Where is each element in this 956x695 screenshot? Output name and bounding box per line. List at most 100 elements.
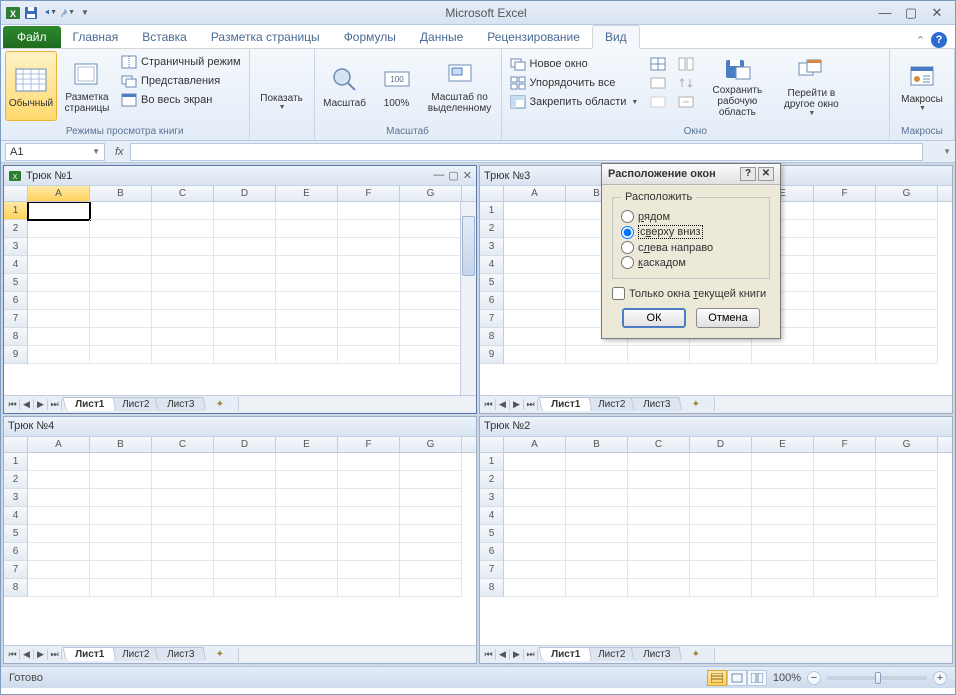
wb-close-icon[interactable]: ✕ — [463, 169, 472, 182]
tab-home[interactable]: Главная — [61, 26, 131, 48]
normal-view-toggle[interactable] — [707, 670, 727, 686]
workbook-titlebar[interactable]: X Трюк №1 — ▢ ✕ — [4, 166, 476, 186]
page-break-view-button[interactable]: Страничный режим — [117, 53, 245, 71]
radio-horizontal[interactable]: сверху вниз — [621, 224, 761, 240]
maximize-icon[interactable]: ▢ — [901, 5, 921, 21]
sheet-tab[interactable]: Лист3 — [155, 397, 207, 411]
reset-position-button[interactable] — [674, 93, 698, 111]
horizontal-scrollbar[interactable] — [238, 397, 476, 411]
zoom-selection-button[interactable]: Масштаб по выделенному — [423, 51, 497, 121]
page-layout-toggle[interactable] — [727, 670, 747, 686]
tab-nav-first[interactable]: ⏮ — [6, 399, 20, 410]
vertical-scrollbar[interactable] — [460, 202, 476, 395]
ribbon-group-views: Обычный Разметка страницы Страничный реж… — [1, 49, 250, 140]
tab-nav-next[interactable]: ▶ — [34, 399, 48, 410]
normal-view-button[interactable]: Обычный — [5, 51, 57, 121]
wb-minimize-icon[interactable]: — — [433, 169, 444, 182]
row-header[interactable]: 8 — [4, 328, 28, 346]
dialog-titlebar[interactable]: Расположение окон ? ✕ — [602, 164, 780, 185]
radio-cascade[interactable]: каскадом — [621, 255, 761, 270]
excel-icon[interactable]: X — [5, 5, 21, 21]
select-all-corner[interactable] — [4, 186, 28, 201]
col-header[interactable]: G — [400, 186, 462, 201]
cell-grid[interactable] — [28, 453, 476, 646]
freeze-panes-button[interactable]: Закрепить области▼ — [506, 93, 643, 111]
cell-a1[interactable] — [28, 202, 90, 220]
radio-vertical[interactable]: слева направо — [621, 240, 761, 255]
tab-view[interactable]: Вид — [592, 25, 640, 49]
name-box[interactable]: A1 ▼ — [5, 143, 105, 161]
tab-page-layout[interactable]: Разметка страницы — [199, 26, 332, 48]
undo-icon[interactable]: ▼ — [41, 5, 57, 21]
new-sheet-button[interactable]: ✦ — [210, 399, 230, 410]
zoom-button[interactable]: Масштаб — [319, 51, 371, 121]
col-header[interactable]: E — [276, 186, 338, 201]
cell-grid[interactable] — [504, 453, 952, 646]
show-button[interactable]: Показать ▼ — [254, 51, 310, 121]
ok-button[interactable]: ОК — [622, 308, 686, 328]
name-box-dropdown-icon[interactable]: ▼ — [92, 147, 100, 156]
fx-button[interactable]: fx — [109, 146, 130, 158]
wb-maximize-icon[interactable]: ▢ — [448, 169, 458, 182]
page-layout-view-button[interactable]: Разметка страницы — [61, 51, 113, 121]
row-header[interactable]: 2 — [4, 220, 28, 238]
workbook-titlebar[interactable]: Трюк №2 — [480, 417, 952, 437]
switch-windows-button[interactable]: Перейти в другое окно ▼ — [776, 51, 846, 121]
new-window-button[interactable]: Новое окно — [506, 55, 643, 73]
sync-scroll-button[interactable] — [674, 74, 698, 92]
zoom-in-button[interactable]: + — [933, 671, 947, 685]
arrange-all-button[interactable]: Упорядочить все — [506, 74, 643, 92]
tab-data[interactable]: Данные — [408, 26, 475, 48]
tab-formulas[interactable]: Формулы — [332, 26, 408, 48]
custom-views-button[interactable]: Представления — [117, 72, 245, 90]
col-header[interactable]: F — [338, 186, 400, 201]
minimize-icon[interactable]: — — [875, 5, 895, 21]
col-header[interactable]: C — [152, 186, 214, 201]
unhide-button[interactable] — [646, 93, 670, 111]
cancel-button[interactable]: Отмена — [696, 308, 760, 328]
zoom-100-button[interactable]: 100 100% — [375, 51, 419, 121]
zoom-out-button[interactable]: − — [807, 671, 821, 685]
col-header[interactable]: D — [214, 186, 276, 201]
row-header[interactable]: 6 — [4, 292, 28, 310]
page-break-toggle[interactable] — [747, 670, 767, 686]
split-button[interactable] — [646, 55, 670, 73]
col-header[interactable]: A — [28, 186, 90, 201]
cell-grid[interactable] — [28, 202, 476, 395]
row-header[interactable]: 5 — [4, 274, 28, 292]
save-icon[interactable] — [23, 5, 39, 21]
full-screen-button[interactable]: Во весь экран — [117, 91, 245, 109]
formula-input[interactable] — [130, 143, 924, 161]
workbook-titlebar[interactable]: Трюк №4 — [4, 417, 476, 437]
formula-expand-icon[interactable]: ▼ — [939, 147, 955, 156]
tab-insert[interactable]: Вставка — [130, 26, 199, 48]
row-header[interactable]: 1 — [4, 202, 28, 220]
row-header[interactable]: 3 — [4, 238, 28, 256]
radio-tiled[interactable]: ррядомядом — [621, 209, 761, 224]
help-icon[interactable]: ? — [931, 32, 947, 48]
view-side-by-side-button[interactable] — [674, 55, 698, 73]
zoom-level[interactable]: 100% — [773, 672, 801, 684]
sheet-tab[interactable]: Лист1 — [63, 397, 117, 411]
tab-nav-last[interactable]: ⏭ — [48, 399, 62, 410]
zoom-slider[interactable] — [827, 676, 927, 680]
row-header[interactable]: 7 — [4, 310, 28, 328]
freeze-panes-icon — [510, 94, 526, 110]
row-header[interactable]: 9 — [4, 346, 28, 364]
dialog-close-icon[interactable]: ✕ — [758, 167, 774, 181]
file-tab[interactable]: Файл — [3, 26, 61, 48]
col-header[interactable]: B — [90, 186, 152, 201]
tab-review[interactable]: Рецензирование — [475, 26, 592, 48]
redo-icon[interactable]: ▼ — [59, 5, 75, 21]
checkbox-current-book[interactable]: Только окна текущей книги — [612, 285, 770, 302]
qat-customize-icon[interactable]: ▼ — [77, 5, 93, 21]
row-header[interactable]: 4 — [4, 256, 28, 274]
hide-button[interactable] — [646, 74, 670, 92]
arrange-fieldset: Расположить ррядомядом сверху вниз слева… — [612, 191, 770, 279]
save-workspace-button[interactable]: Сохранить рабочую область — [702, 51, 772, 121]
close-icon[interactable]: ✕ — [927, 5, 947, 21]
dialog-help-icon[interactable]: ? — [740, 167, 756, 181]
tab-nav-prev[interactable]: ◀ — [20, 399, 34, 410]
ribbon-minimize-icon[interactable]: ⌃ — [916, 34, 925, 47]
macros-button[interactable]: Макросы ▼ — [894, 51, 950, 121]
